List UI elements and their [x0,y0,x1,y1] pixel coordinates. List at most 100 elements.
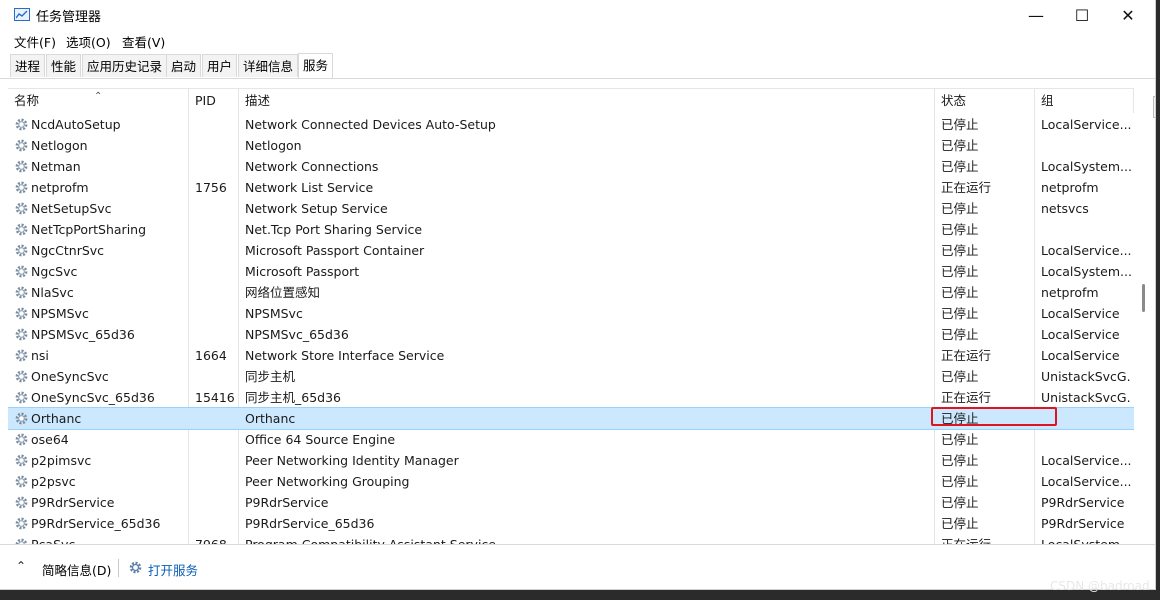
service-gear-icon [14,264,31,279]
open-services-link[interactable]: 打开服务 [148,560,198,579]
service-pid [189,324,239,345]
table-row[interactable]: p2pimsvc Peer Networking Identity Manager… [8,450,1134,471]
scrollbar-thumb[interactable] [1142,284,1145,312]
table-row[interactable]: P9RdrService_65d36 P9RdrService_65d36 已停止 P… [8,513,1134,534]
watermark: CSDN @badroad [1050,579,1150,593]
service-group: UnistackSvcG... [1041,390,1131,405]
table-row[interactable]: p2psvc Peer Networking Grouping 已停止 LocalSe… [8,471,1134,492]
column-header-pid[interactable]: PID [189,89,239,113]
service-group [1035,429,1131,450]
service-name: OneSyncSvc [8,366,188,387]
service-name: NcdAutoSetup [8,114,188,135]
tab-app-history[interactable]: 应用历史记录 [82,54,168,77]
table-row[interactable]: NgcSvc Microsoft Passport 已停止 LocalSystem..… [8,261,1134,282]
tab-users[interactable]: 用户 [202,54,238,77]
column-header-name[interactable]: 名称 ⌃ [8,89,189,113]
column-header-description[interactable]: 描述 [239,89,935,113]
service-description: P9RdrService_65d36 [245,516,375,531]
table-row[interactable]: NgcCtnrSvc Microsoft Passport Container 已停… [8,240,1134,261]
table-row[interactable]: Netman Network Connections 已停止 LocalSystem.… [8,156,1134,177]
column-header-status[interactable]: 状态 [935,89,1035,113]
sort-up-icon: ⌃ [94,91,103,102]
service-name: Orthanc [8,408,188,429]
tab-startup[interactable]: 启动 [166,54,202,77]
service-description: Orthanc [245,411,296,426]
service-status: 正在运行 [941,180,992,195]
service-name-text: OneSyncSvc_65d36 [31,390,155,405]
service-pid [189,156,239,177]
service-pid [189,240,239,261]
table-row[interactable]: NPSMSvc NPSMSvc 已停止 LocalService [8,303,1134,324]
table-row[interactable]: Netlogon Netlogon 已停止 [8,135,1134,156]
tab-details[interactable]: 详细信息 [238,54,299,77]
service-gear-icon [14,495,31,510]
table-row[interactable]: NcdAutoSetup Network Connected Devices Au… [8,114,1134,135]
service-status: 已停止 [941,369,979,384]
tab-processes[interactable]: 进程 [10,54,46,77]
service-status: 正在运行 [935,534,1034,544]
service-description: NPSMSvc_65d36 [245,327,349,342]
service-pid: 1756 [195,180,227,195]
service-group: LocalService [1041,348,1120,363]
service-name: Netlogon [8,135,188,156]
chevron-up-icon[interactable]: ⌃ [16,559,26,573]
service-pid: 1664 [195,348,227,363]
menu-options[interactable]: 选项(O) [66,32,111,51]
service-group: P9RdrService [1041,516,1125,531]
service-gear-icon [14,180,31,195]
table-row[interactable]: NetTcpPortSharing Net.Tcp Port Sharing Se… [8,219,1134,240]
service-pid [189,408,239,429]
service-name: NgcCtnrSvc [8,240,188,261]
service-pid [189,366,239,387]
service-group: LocalService [1041,306,1120,321]
tab-services[interactable]: 服务 [298,53,334,78]
column-header-group[interactable]: 组 [1035,89,1134,113]
service-pid [189,303,239,324]
table-row[interactable]: NPSMSvc_65d36 NPSMSvc_65d36 已停止 LocalServic… [8,324,1134,345]
service-group: LocalService... [1041,243,1131,258]
service-gear-icon [14,453,31,468]
service-description: Network Store Interface Service [245,348,445,363]
service-name-text: NetSetupSvc [31,201,112,216]
service-name-text: P9RdrService [31,495,115,510]
vertical-scrollbar[interactable] [1136,88,1152,543]
service-status: 已停止 [941,495,979,510]
service-name-text: PcaSvc [31,534,75,544]
table-row[interactable]: NlaSvc 网络位置感知 已停止 netprofm [8,282,1134,303]
close-button[interactable]: ✕ [1105,0,1151,30]
service-group: netsvcs [1041,201,1089,216]
less-details-button[interactable]: 简略信息(D) [42,560,111,579]
service-pid [189,471,239,492]
minimize-button[interactable]: — [1013,0,1059,30]
table-row[interactable]: NetSetupSvc Network Setup Service 已停止 netsv… [8,198,1134,219]
tab-performance[interactable]: 性能 [46,54,82,77]
menu-file[interactable]: 文件(F) [14,32,56,51]
service-status: 正在运行 [941,390,992,405]
service-name-text: NcdAutoSetup [31,117,121,132]
service-name: NetTcpPortSharing [8,219,188,240]
maximize-button[interactable]: ☐ [1059,0,1105,30]
table-row[interactable]: ose64 Office 64 Source Engine 已停止 [8,429,1134,450]
service-status: 已停止 [941,327,979,342]
service-status: 已停止 [941,243,979,258]
service-status: 已停止 [941,432,979,447]
service-description: Peer Networking Grouping [245,474,410,489]
table-row[interactable]: OneSyncSvc 同步主机 已停止 UnistackSvcG... [8,366,1134,387]
table-row[interactable]: netprofm 1756 Network List Service 正在运行 netp… [8,177,1134,198]
table-row[interactable]: P9RdrService P9RdrService 已停止 P9RdrService [8,492,1134,513]
table-row[interactable]: PcaSvc 7968Program Compatibility Assistan… [8,534,1134,544]
table-row[interactable]: nsi 1664 Network Store Interface Service 正在… [8,345,1134,366]
table-row[interactable]: OneSyncSvc_65d36 15416 同步主机_65d36 正在运行 Unist… [8,387,1134,408]
service-gear-icon [14,159,31,174]
service-description: Office 64 Source Engine [245,432,396,447]
service-status: 已停止 [941,285,979,300]
service-group [1035,219,1131,240]
service-gear-icon [14,222,31,237]
menu-view[interactable]: 查看(V) [122,32,165,51]
service-name: p2pimsvc [8,450,188,471]
service-status: 已停止 [941,306,979,321]
service-status: 已停止 [941,201,979,216]
service-pid: 15416 [195,390,235,405]
service-pid [189,450,239,471]
service-name: nsi [8,345,188,366]
